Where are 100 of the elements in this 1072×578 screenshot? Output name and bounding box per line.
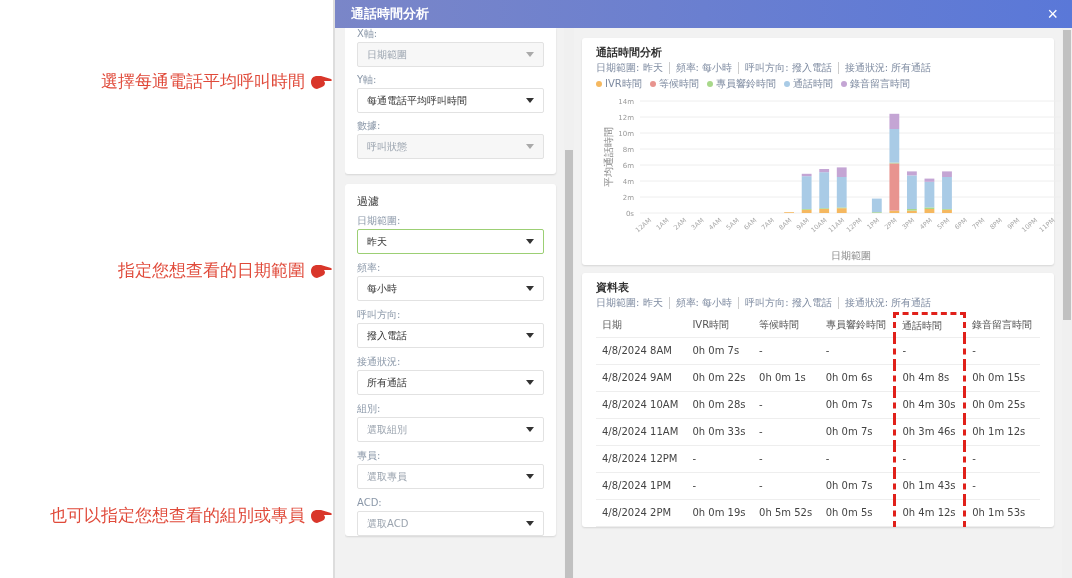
dropdown[interactable]: 昨天 xyxy=(357,229,544,254)
filter-summary: 日期範圍: 昨天 xyxy=(596,297,664,309)
table-cell: - xyxy=(686,445,754,473)
table-cell: 0h 0m 1s xyxy=(753,364,820,392)
filter-summary: 接通狀況: 所有通話 xyxy=(837,62,938,74)
table-cell: 0h 0m 7s xyxy=(819,472,895,500)
table-cell: 4/8/2024 12PM xyxy=(596,445,687,473)
table-header-cell: 錄音留言時間 xyxy=(964,313,1040,338)
table-cell: 0h 1m 53s xyxy=(964,499,1040,527)
table-cell: - xyxy=(686,472,754,500)
annotation-text: 也可以指定您想查看的組別或專員 xyxy=(50,504,305,527)
table-cell: - xyxy=(894,337,965,365)
legend-label: 專員響鈴時間 xyxy=(715,77,776,91)
field-label: Y軸: xyxy=(357,74,378,86)
table-header-cell: 等候時間 xyxy=(753,313,820,338)
table-cell: 0h 4m 30s xyxy=(894,391,965,419)
field-label: 呼叫方向: xyxy=(357,309,402,321)
legend-label: 錄音留言時間 xyxy=(849,77,910,91)
filter-summary: 呼叫方向: 撥入電話 xyxy=(738,62,838,74)
table-cell: 4/8/2024 2PM xyxy=(596,499,687,527)
filter-summary: 日期範圍: 昨天 xyxy=(596,62,664,74)
table-header-cell: 專員響鈴時間 xyxy=(819,313,895,338)
table-cell: 0h 0m 28s xyxy=(686,391,754,419)
scrollbar-thumb[interactable] xyxy=(565,150,573,578)
filter-summary: 呼叫方向: 撥入電話 xyxy=(738,297,838,309)
caret-icon xyxy=(526,144,534,149)
table-cell: 0h 3m 46s xyxy=(894,418,965,446)
table-cell: - xyxy=(753,472,820,500)
table-cell: - xyxy=(964,445,1040,473)
table-cell: 0h 0m 19s xyxy=(686,499,754,527)
card-title: 過濾 xyxy=(357,194,380,209)
table-cell: 4/8/2024 11AM xyxy=(596,418,687,446)
field-label: 組別: xyxy=(357,403,382,415)
dropdown[interactable]: 每通電話平均呼叫時間 xyxy=(357,88,544,113)
table-cell: 0h 5m 52s xyxy=(753,499,820,527)
table-cell: 0h 4m 8s xyxy=(894,364,965,392)
table-cell: 0h 0m 7s xyxy=(686,337,754,365)
annotation-text: 選擇每通電話平均呼叫時間 xyxy=(101,70,305,93)
table-cell: - xyxy=(894,445,965,473)
close-button[interactable]: × xyxy=(1043,5,1062,23)
field-label: ACD: xyxy=(357,497,383,509)
table-cell: 0h 0m 7s xyxy=(819,391,895,419)
filter-summary: 頻率: 每小時 xyxy=(668,62,739,74)
x-axis-title: 日期範圍 xyxy=(830,250,871,261)
dropdown[interactable]: 選取ACD xyxy=(357,511,544,536)
table-header-cell: 通話時間 xyxy=(894,313,965,338)
table-cell: - xyxy=(753,445,820,473)
table-cell: 4/8/2024 1PM xyxy=(596,472,687,500)
table-cell: - xyxy=(964,337,1040,365)
table-cell: 0h 1m 12s xyxy=(964,418,1040,446)
scrollbar-thumb[interactable] xyxy=(1063,30,1071,320)
caret-icon xyxy=(526,333,534,338)
table-cell: - xyxy=(964,472,1040,500)
filter-summary: 頻率: 每小時 xyxy=(668,297,739,309)
table-cell: - xyxy=(753,337,820,365)
table-header-cell: IVR時間 xyxy=(686,313,754,338)
field-label: 日期範圍: xyxy=(357,215,402,227)
table-cell: - xyxy=(819,337,895,365)
table-cell: - xyxy=(753,391,820,419)
caret-icon xyxy=(526,427,534,432)
table-cell: 0h 0m 15s xyxy=(964,364,1040,392)
table-cell: 0h 4m 12s xyxy=(894,499,965,527)
table-cell: 0h 0m 25s xyxy=(964,391,1040,419)
legend-label: IVR時間 xyxy=(605,77,642,91)
caret-icon xyxy=(526,52,534,57)
table-cell: 0h 1m 43s xyxy=(894,472,965,500)
dropdown[interactable]: 撥入電話 xyxy=(357,323,544,348)
card-title: 資料表 xyxy=(596,281,630,294)
field-label: X軸: xyxy=(357,28,379,40)
dropdown[interactable]: 所有通話 xyxy=(357,370,544,395)
table-cell: 4/8/2024 9AM xyxy=(596,364,687,392)
table-cell: - xyxy=(819,445,895,473)
table-header-cell: 日期 xyxy=(596,313,687,338)
caret-icon xyxy=(526,98,534,103)
dropdown[interactable]: 選取專員 xyxy=(357,464,544,489)
field-label: 頻率: xyxy=(357,262,382,274)
dropdown[interactable]: 選取組別 xyxy=(357,417,544,442)
table-cell: 0h 0m 7s xyxy=(819,418,895,446)
filter-summary: 接通狀況: 所有通話 xyxy=(837,297,938,309)
caret-icon xyxy=(526,239,534,244)
legend-label: 通話時間 xyxy=(792,77,833,91)
field-label: 專員: xyxy=(357,450,382,462)
table-cell: - xyxy=(753,418,820,446)
caret-icon xyxy=(526,474,534,479)
dialog-title: 通話時間分析 xyxy=(351,5,429,23)
legend-label: 等候時間 xyxy=(658,77,699,91)
caret-icon xyxy=(526,521,534,526)
caret-icon xyxy=(526,286,534,291)
y-axis-title: 平均通話時間 xyxy=(603,127,614,187)
field-label: 接通狀況: xyxy=(357,356,402,368)
table-cell: 4/8/2024 8AM xyxy=(596,337,687,365)
table-cell: 0h 0m 6s xyxy=(819,364,895,392)
field-label: 數據: xyxy=(357,120,382,132)
table-cell: 4/8/2024 10AM xyxy=(596,391,687,419)
annotation-text: 指定您想查看的日期範圍 xyxy=(118,259,305,282)
table-cell: 0h 0m 5s xyxy=(819,499,895,527)
table-cell: 0h 0m 22s xyxy=(686,364,754,392)
dropdown[interactable]: 每小時 xyxy=(357,276,544,301)
table-cell: 0h 0m 33s xyxy=(686,418,754,446)
card-title: 通話時間分析 xyxy=(596,46,663,59)
